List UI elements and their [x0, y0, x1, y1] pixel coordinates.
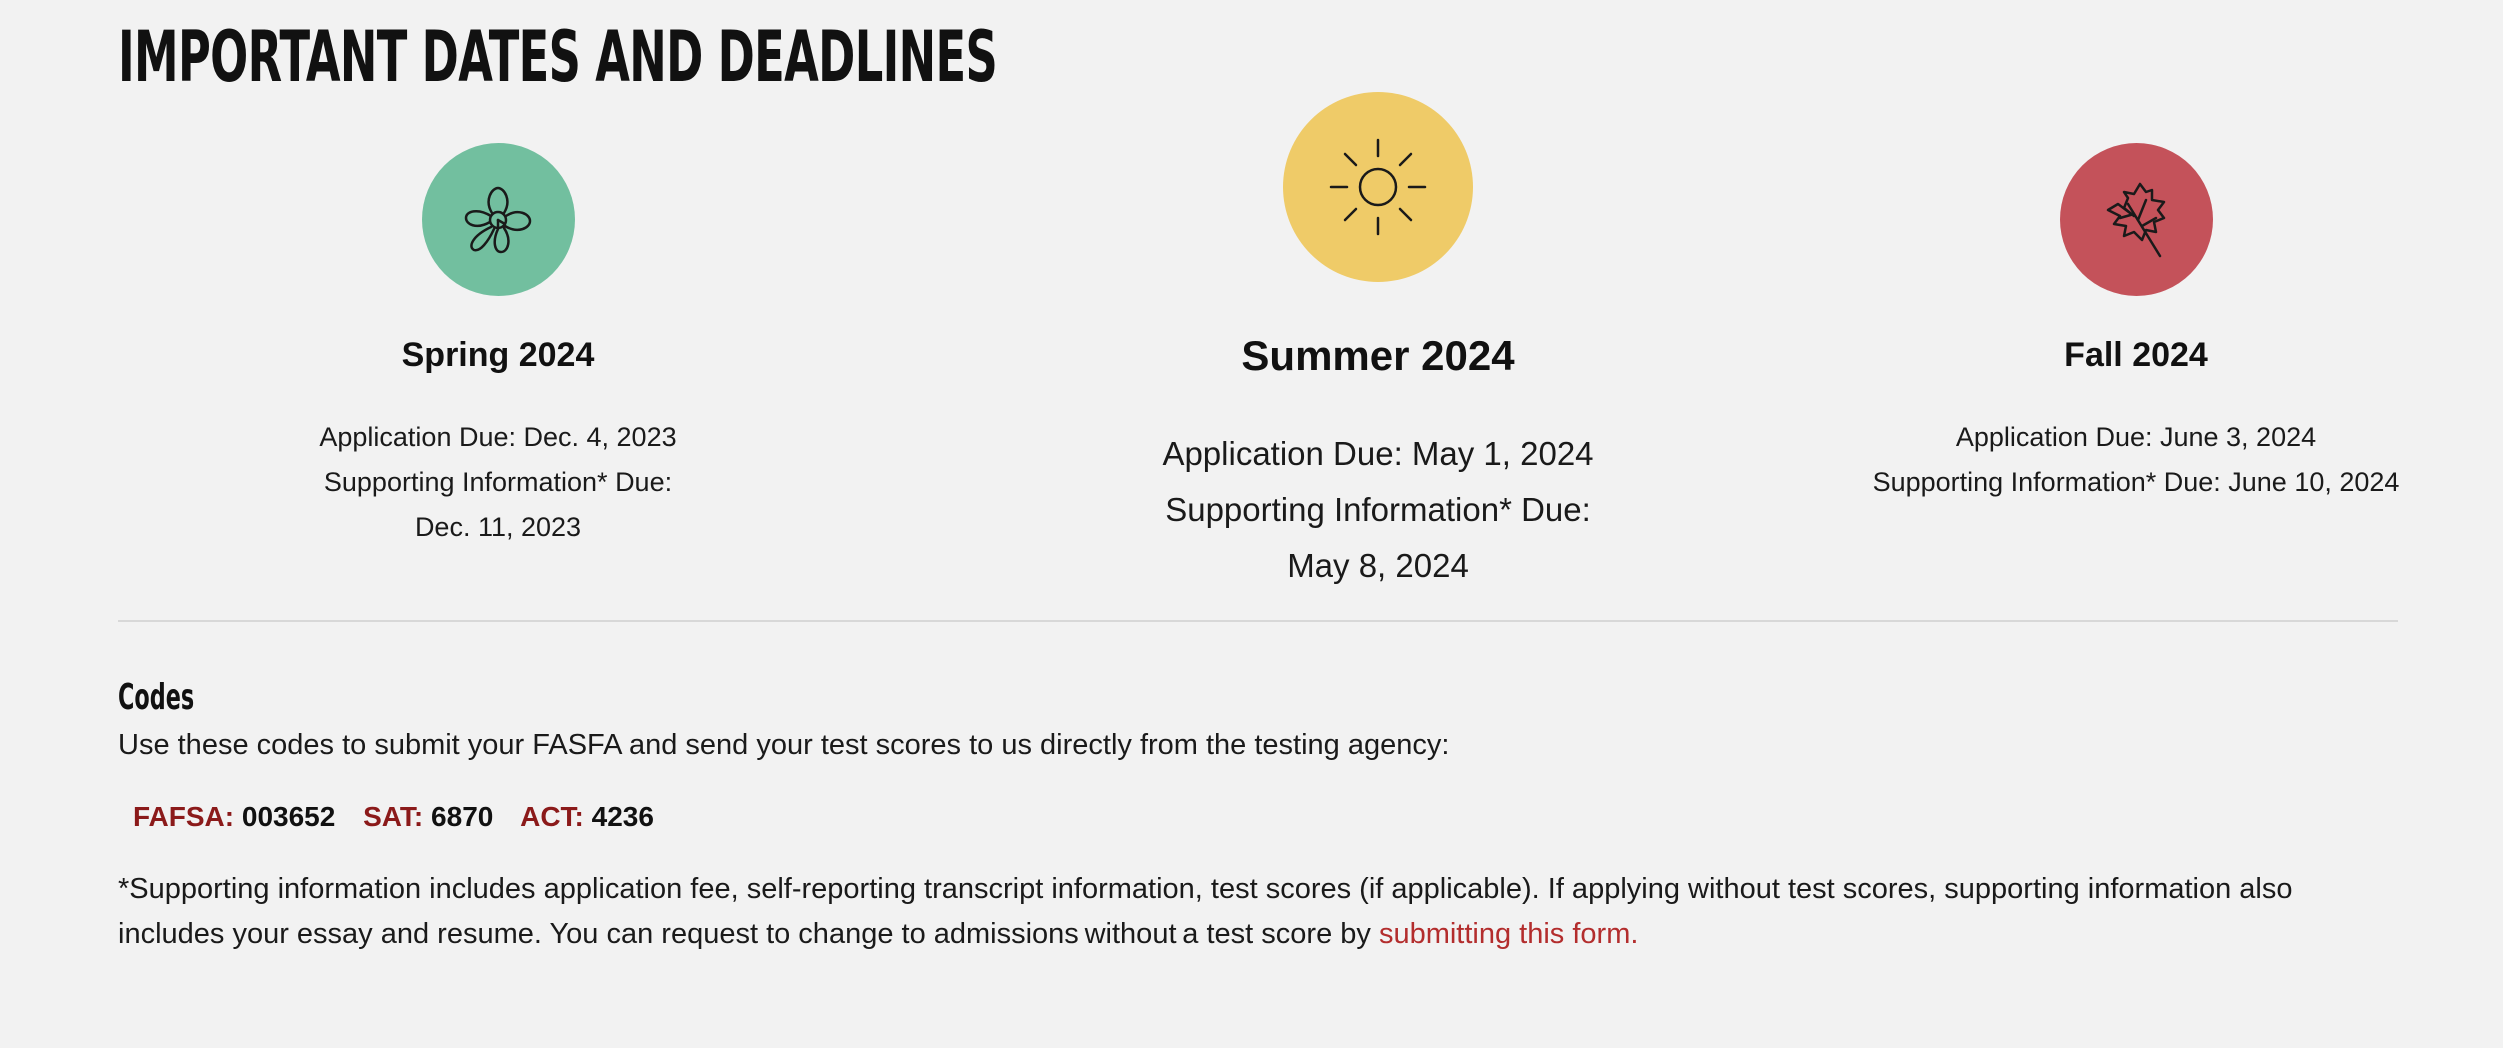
supporting-info-due: Supporting Information* Due: June 10, 20…: [1872, 467, 2400, 497]
sat-code-value: 6870: [431, 801, 494, 832]
summer-icon-circle: [1283, 92, 1473, 282]
season-name: Fall 2024: [2064, 336, 2208, 374]
footnote: *Supporting information includes applica…: [118, 867, 2398, 957]
season-details: Application Due: June 3, 2024 Supporting…: [1718, 415, 2503, 505]
supporting-info-date: Dec. 11, 2023: [414, 512, 582, 542]
spring-icon-circle: [421, 143, 575, 296]
section-divider: [118, 620, 2398, 622]
season-name: Spring 2024: [401, 336, 595, 374]
sat-code-label: SAT:: [363, 801, 424, 832]
sun-icon: [1329, 138, 1427, 236]
supporting-info-due: Supporting Information* Due:: [1165, 491, 1591, 528]
footnote-text: *Supporting information includes applica…: [118, 873, 2293, 950]
season-name: Summer 2024: [1241, 332, 1515, 379]
act-code-label: ACT:: [520, 801, 584, 832]
season-fall: Fall 2024 Application Due: June 3, 2024 …: [1718, 143, 2503, 505]
supporting-info-date: May 8, 2024: [1287, 547, 1469, 584]
supporting-info-due: Supporting Information* Due:: [323, 467, 673, 497]
codes-intro: Use these codes to submit your FASFA and…: [118, 729, 1450, 761]
application-due: Application Due: June 3, 2024: [1955, 422, 2317, 452]
fafsa-code-label: FAFSA:: [133, 801, 235, 832]
leaf-icon: [2106, 182, 2166, 257]
fafsa-code-value: 003652: [241, 801, 336, 832]
season-details: Application Due: Dec. 4, 2023 Supporting…: [278, 415, 718, 550]
application-due: Application Due: May 1, 2024: [1162, 435, 1594, 472]
codes-list: FAFSA: 003652 SAT: 6870 ACT: 4236: [133, 797, 674, 837]
codes-title: Codes: [118, 677, 195, 718]
seasons-section: Spring 2024 Application Due: Dec. 4, 202…: [118, 0, 2399, 620]
application-due: Application Due: Dec. 4, 2023: [319, 422, 677, 452]
flower-icon: [464, 186, 532, 253]
season-summer: Summer 2024 Application Due: May 1, 2024…: [998, 92, 1758, 594]
submit-form-link[interactable]: submitting this form.: [1379, 918, 1638, 950]
act-code-value: 4236: [591, 801, 654, 832]
season-spring: Spring 2024 Application Due: Dec. 4, 202…: [278, 143, 718, 550]
fall-icon-circle: [2059, 143, 2213, 296]
season-details: Application Due: May 1, 2024 Supporting …: [998, 426, 1758, 594]
